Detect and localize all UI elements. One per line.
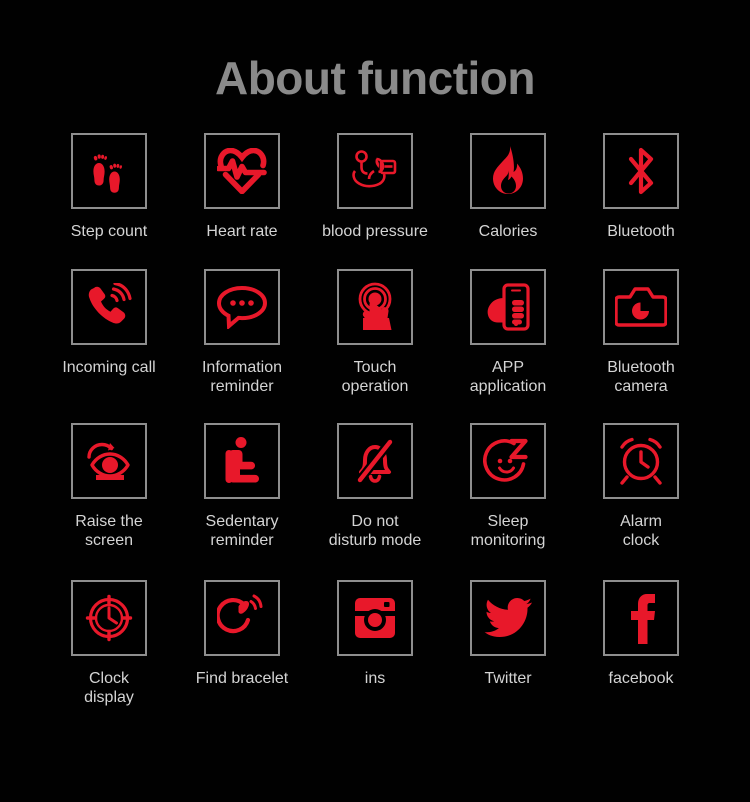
clock-dial-icon	[85, 594, 133, 642]
feature-label: Incoming call	[62, 359, 156, 376]
feature-label: Bluetooth	[607, 223, 675, 240]
icon-box[interactable]	[71, 580, 147, 656]
feature-item-find-bracelet[interactable]: Find bracelet	[176, 580, 309, 707]
icon-box[interactable]	[204, 423, 280, 499]
icon-box[interactable]	[470, 580, 546, 656]
flame-icon	[493, 146, 523, 194]
feature-item-touch-operation[interactable]: Touch operation	[309, 269, 442, 396]
feature-item-clock-display[interactable]: Clock display	[43, 580, 176, 707]
page-title: About function	[214, 52, 536, 104]
feature-label: facebook	[608, 670, 674, 687]
feature-item-do-not-disturb[interactable]: Do not disturb mode	[309, 423, 442, 550]
feature-label: Do not disturb mode	[328, 513, 422, 549]
camera-icon	[615, 287, 667, 327]
feature-item-information-reminder[interactable]: Information reminder	[176, 269, 309, 396]
hand-holding-phone-icon	[487, 283, 530, 331]
feature-item-calories[interactable]: Calories	[442, 133, 575, 241]
bell-slash-icon	[355, 437, 395, 485]
feature-label: Information reminder	[201, 359, 283, 395]
icon-box[interactable]	[603, 423, 679, 499]
feature-label: Clock display	[84, 670, 134, 706]
raise-wrist-eye-icon	[87, 442, 130, 480]
feature-label: Sedentary reminder	[205, 513, 279, 549]
feature-item-sedentary-reminder[interactable]: Sedentary reminder	[176, 423, 309, 550]
feature-item-ins[interactable]: ins	[309, 580, 442, 707]
icon-box[interactable]	[603, 580, 679, 656]
speech-bubble-icon	[216, 285, 268, 329]
feature-label: Find bracelet	[195, 670, 289, 687]
icon-box[interactable]	[337, 580, 413, 656]
feature-item-alarm-clock[interactable]: Alarm clock	[575, 423, 708, 550]
phone-ringing-icon	[88, 283, 132, 324]
alarm-clock-icon	[620, 437, 662, 485]
feature-item-bluetooth[interactable]: Bluetooth	[575, 133, 708, 241]
feature-row: Step count Heart rate blood pressure Cal…	[0, 133, 750, 241]
sitting-person-icon	[225, 437, 259, 483]
feature-item-app-application[interactable]: APP application	[442, 269, 575, 396]
feature-item-sleep-monitoring[interactable]: Sleep monitoring	[442, 423, 575, 550]
feature-grid: Step count Heart rate blood pressure Cal…	[0, 101, 750, 707]
icon-box[interactable]	[204, 269, 280, 345]
find-bracelet-icon	[217, 594, 263, 634]
feature-item-heart-rate[interactable]: Heart rate	[176, 133, 309, 241]
icon-box[interactable]	[204, 580, 280, 656]
feature-item-twitter[interactable]: Twitter	[442, 580, 575, 707]
icon-box[interactable]	[337, 269, 413, 345]
feature-item-raise-the-screen[interactable]: Raise the screen	[43, 423, 176, 550]
footprints-icon	[93, 154, 122, 193]
feature-item-bluetooth-camera[interactable]: Bluetooth camera	[575, 269, 708, 396]
icon-box[interactable]	[603, 133, 679, 209]
feature-label: blood pressure	[322, 223, 428, 240]
feature-label: Twitter	[484, 670, 532, 687]
icon-box[interactable]	[470, 423, 546, 499]
feature-row: Incoming call Information reminder Touch…	[0, 269, 750, 396]
feature-label: ins	[364, 670, 386, 687]
feature-label: Raise the screen	[75, 513, 143, 549]
facebook-f-icon	[631, 594, 655, 644]
about-function-page: About function Step count Heart rate blo…	[0, 0, 750, 802]
feature-label: Alarm clock	[620, 513, 662, 549]
icon-box[interactable]	[71, 133, 147, 209]
icon-box[interactable]	[470, 133, 546, 209]
feature-item-blood-pressure[interactable]: blood pressure	[309, 133, 442, 241]
feature-label: Sleep monitoring	[470, 513, 546, 549]
feature-label: Calories	[478, 223, 538, 240]
twitter-bird-icon	[484, 598, 532, 637]
icon-box[interactable]	[603, 269, 679, 345]
feature-item-incoming-call[interactable]: Incoming call	[43, 269, 176, 396]
feature-item-facebook[interactable]: facebook	[575, 580, 708, 707]
feature-label: Touch operation	[341, 359, 409, 395]
feature-item-step-count[interactable]: Step count	[43, 133, 176, 241]
feature-label: Bluetooth camera	[607, 359, 675, 395]
feature-row: Clock display Find bracelet ins Twitter …	[0, 580, 750, 707]
feature-row: Raise the screen Sedentary reminder Do n…	[0, 423, 750, 550]
feature-label: Heart rate	[206, 223, 278, 240]
icon-box[interactable]	[71, 269, 147, 345]
icon-box[interactable]	[71, 423, 147, 499]
icon-box[interactable]	[470, 269, 546, 345]
blood-pressure-monitor-icon	[352, 150, 397, 188]
icon-box[interactable]	[204, 133, 280, 209]
icon-box[interactable]	[337, 423, 413, 499]
icon-box[interactable]	[337, 133, 413, 209]
feature-label: APP application	[469, 359, 547, 395]
bluetooth-icon	[628, 147, 654, 195]
instagram-icon	[355, 598, 395, 638]
touch-hand-icon	[358, 282, 392, 330]
heart-pulse-icon	[217, 148, 267, 194]
feature-label: Step count	[70, 223, 148, 240]
sleep-face-z-icon	[483, 438, 528, 482]
